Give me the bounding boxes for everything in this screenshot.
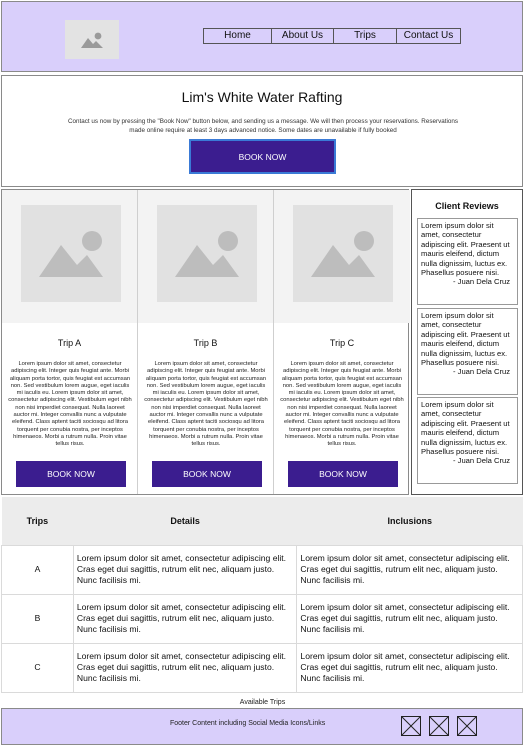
trip-image xyxy=(138,190,273,323)
table-cell-details: Lorem ipsum dolor sit amet, consectetur … xyxy=(72,642,298,693)
social-icon[interactable] xyxy=(429,716,449,736)
table-header: Trips xyxy=(1,497,74,545)
trips-table: Trips Details Inclusions A Lorem ipsum d… xyxy=(1,497,523,693)
main-nav: Home About Us Trips Contact Us xyxy=(203,28,461,44)
table-cell-inclusions: Lorem ipsum dolor sit amet, consectetur … xyxy=(296,593,523,644)
trip-description: Lorem ipsum dolor sit amet, consectetur … xyxy=(8,361,132,448)
table-cell-trip: A xyxy=(1,544,74,595)
image-placeholder-icon xyxy=(311,231,375,277)
nav-contact-us[interactable]: Contact Us xyxy=(397,29,460,43)
table-cell-details: Lorem ipsum dolor sit amet, consectetur … xyxy=(72,593,298,644)
trips-table-section: Trips Details Inclusions A Lorem ipsum d… xyxy=(1,497,523,693)
image-placeholder-icon xyxy=(81,32,103,48)
table-cell-inclusions: Lorem ipsum dolor sit amet, consectetur … xyxy=(296,544,523,595)
trip-description: Lorem ipsum dolor sit amet, consectetur … xyxy=(144,361,268,448)
hero-description: Contact us now by pressing the "Book Now… xyxy=(67,118,459,134)
reviews-title: Client Reviews xyxy=(435,201,499,211)
nav-trips[interactable]: Trips xyxy=(334,29,397,43)
table-cell-inclusions: Lorem ipsum dolor sit amet, consectetur … xyxy=(296,642,523,693)
trip-book-now-button[interactable]: BOOK NOW xyxy=(16,461,126,487)
image-placeholder-icon xyxy=(175,231,239,277)
social-links xyxy=(401,716,477,736)
table-cell-trip: C xyxy=(1,642,74,693)
client-reviews: Client Reviews Lorem ipsum dolor sit ame… xyxy=(411,189,523,495)
table-cell-trip: B xyxy=(1,593,74,644)
table-header-row: Trips Details Inclusions xyxy=(1,497,523,545)
nav-about-us[interactable]: About Us xyxy=(272,29,334,43)
book-now-button[interactable]: BOOK NOW xyxy=(189,139,336,174)
hero-section: Lim's White Water Rafting Contact us now… xyxy=(1,75,523,187)
review-card: Lorem ipsum dolor sit amet, consectetur … xyxy=(417,397,518,484)
table-row: A Lorem ipsum dolor sit amet, consectetu… xyxy=(1,544,523,595)
review-card: Lorem ipsum dolor sit amet, consectetur … xyxy=(417,308,518,395)
trip-title: Trip A xyxy=(57,338,82,348)
footer-text: Footer Content including Social Media Ic… xyxy=(170,720,326,727)
site-footer: Footer Content including Social Media Ic… xyxy=(1,708,523,745)
trip-image xyxy=(274,190,410,323)
trip-image xyxy=(2,190,137,323)
page-title: Lim's White Water Rafting xyxy=(181,89,343,105)
trip-title: Trip C xyxy=(329,338,355,348)
nav-home[interactable]: Home xyxy=(204,29,272,43)
table-caption: Available Trips xyxy=(239,699,286,706)
site-header: Home About Us Trips Contact Us xyxy=(1,1,523,72)
trip-description: Lorem ipsum dolor sit amet, consectetur … xyxy=(280,361,404,448)
trip-title: Trip B xyxy=(193,338,218,348)
table-row: C Lorem ipsum dolor sit amet, consectetu… xyxy=(1,642,523,693)
review-text: Lorem ipsum dolor sit amet, consectetur … xyxy=(421,311,510,368)
trip-book-now-button[interactable]: BOOK NOW xyxy=(288,461,398,487)
trip-book-now-button[interactable]: BOOK NOW xyxy=(152,461,262,487)
review-author: - Juan Dela Cruz xyxy=(453,277,510,287)
review-text: Lorem ipsum dolor sit amet, consectetur … xyxy=(421,400,510,457)
trip-card: Trip C Lorem ipsum dolor sit amet, conse… xyxy=(274,190,410,494)
logo-placeholder[interactable] xyxy=(65,20,119,59)
social-icon[interactable] xyxy=(401,716,421,736)
trip-card: Trip A Lorem ipsum dolor sit amet, conse… xyxy=(2,190,138,494)
social-icon[interactable] xyxy=(457,716,477,736)
table-header: Inclusions xyxy=(296,497,523,545)
trip-card: Trip B Lorem ipsum dolor sit amet, conse… xyxy=(138,190,274,494)
review-author: - Juan Dela Cruz xyxy=(453,456,510,466)
table-row: B Lorem ipsum dolor sit amet, consectetu… xyxy=(1,593,523,644)
image-placeholder-icon xyxy=(39,231,103,277)
table-cell-details: Lorem ipsum dolor sit amet, consectetur … xyxy=(72,544,298,595)
review-text: Lorem ipsum dolor sit amet, consectetur … xyxy=(421,221,510,278)
review-card: Lorem ipsum dolor sit amet, consectetur … xyxy=(417,218,518,305)
review-author: - Juan Dela Cruz xyxy=(453,367,510,377)
table-header: Details xyxy=(73,497,297,545)
trips-section: Trip A Lorem ipsum dolor sit amet, conse… xyxy=(1,189,410,495)
